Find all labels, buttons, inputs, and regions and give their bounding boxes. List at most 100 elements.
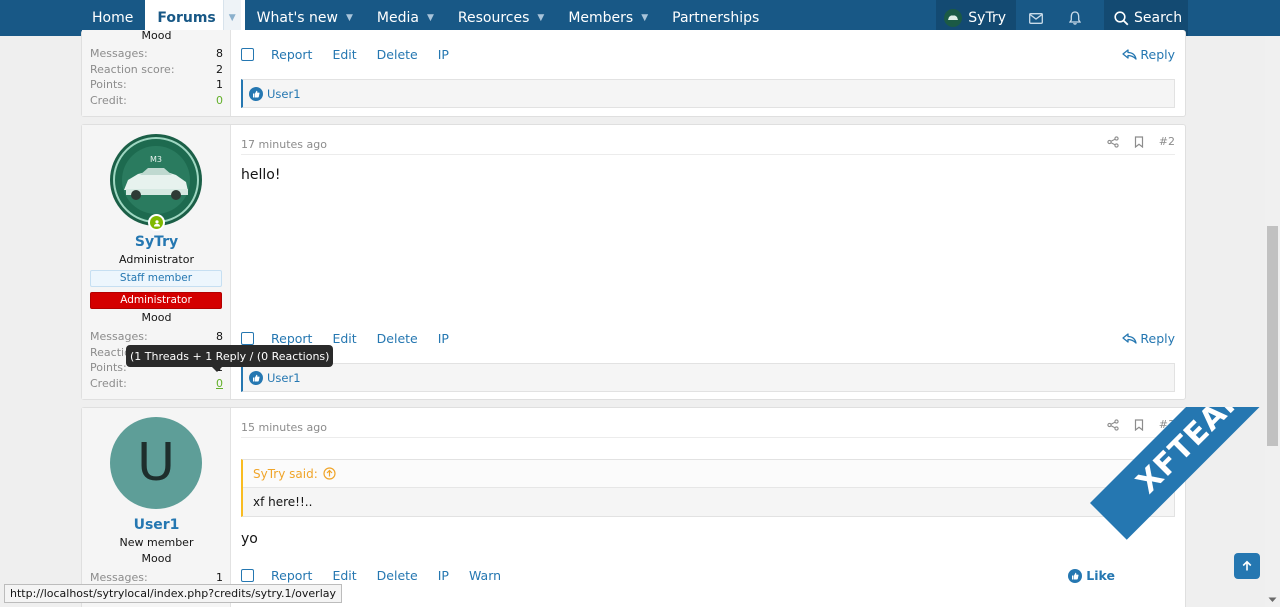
stat-label: Messages: — [90, 47, 148, 60]
status-url: http://localhost/sytrylocal/index.php?cr… — [10, 587, 337, 600]
bookmark-icon[interactable] — [1134, 418, 1144, 431]
delete-link[interactable]: Delete — [377, 47, 418, 62]
share-icon[interactable] — [1107, 418, 1119, 431]
quote-block: SyTry said: xf here!!.. — [241, 459, 1175, 517]
post-tools: #3 — [1107, 418, 1175, 431]
avatar[interactable]: M3 — [110, 134, 202, 226]
post-1-user-column: Mood Messages: 8 Reaction score: 2 Points:… — [82, 29, 231, 116]
user-mood[interactable]: Mood — [82, 311, 231, 324]
nav-home-label: Home — [92, 10, 134, 26]
stat-messages: Messages: 8 — [90, 46, 223, 62]
avatar[interactable]: U — [110, 417, 202, 509]
delete-link[interactable]: Delete — [377, 568, 418, 583]
username-link[interactable]: User1 — [82, 517, 231, 533]
nav-resources-label: Resources — [457, 10, 530, 26]
nav-partnerships-label: Partnerships — [672, 10, 760, 26]
chevron-down-icon[interactable]: ▼ — [427, 13, 434, 23]
user-mood[interactable]: Mood — [82, 29, 231, 42]
likes-bar: User1 — [241, 79, 1175, 108]
search-icon — [1114, 10, 1129, 25]
stat-label: Credit: — [90, 376, 127, 390]
nav-members-label: Members — [568, 10, 634, 26]
tooltip-text: (1 Threads + 1 Reply / (0 Reactions) — [130, 349, 330, 363]
post-body: yo — [241, 531, 258, 547]
credit-link[interactable]: 0 — [216, 93, 223, 109]
user-title: New member — [119, 536, 194, 549]
credit-link[interactable]: 0 — [216, 376, 223, 392]
stat-credit: Credit: 0 — [90, 376, 223, 392]
quote-text: xf here!!.. — [253, 495, 313, 509]
reply-icon — [1122, 333, 1138, 344]
share-icon[interactable] — [1107, 135, 1119, 148]
post-3: U User1 New member Mood Messages: 1 15 mi… — [81, 407, 1186, 607]
post-actions: Report Edit Delete IP Reply — [241, 47, 1175, 62]
post-1: Mood Messages: 8 Reaction score: 2 Points:… — [81, 29, 1186, 117]
user-stats: Messages: 8 Reaction score: 2 Points: 1 Cre… — [90, 46, 223, 108]
username-link[interactable]: SyTry — [82, 234, 231, 250]
reply-icon — [1122, 49, 1138, 60]
scroll-to-top-button[interactable] — [1234, 553, 1260, 579]
credit-tooltip: (1 Threads + 1 Reply / (0 Reactions) — [126, 345, 334, 372]
account-username: SyTry — [968, 10, 1006, 26]
stat-label: Credit: — [90, 93, 127, 107]
select-post-checkbox[interactable] — [241, 332, 254, 345]
nav-forums-label: Forums — [157, 10, 216, 26]
post-header: 15 minutes ago #3 — [241, 418, 1175, 438]
avatar — [944, 9, 963, 27]
chevron-down-icon[interactable]: ▼ — [346, 13, 353, 23]
online-status-icon — [148, 214, 165, 231]
stat-label: Points: — [90, 361, 127, 374]
select-post-checkbox[interactable] — [241, 569, 254, 582]
report-link[interactable]: Report — [271, 47, 312, 62]
chevron-down-icon[interactable]: ▼ — [641, 13, 648, 23]
arrow-up-circle-icon[interactable] — [323, 467, 336, 480]
post-3-content: 15 minutes ago #3 SyTry said: xf here!!.… — [241, 408, 1175, 607]
user-title: Administrator — [119, 253, 194, 266]
post-actions: Report Edit Delete IP Warn Like — [241, 568, 1175, 583]
page-scrollbar[interactable] — [1265, 36, 1280, 607]
reply-button[interactable]: Reply — [1122, 47, 1175, 62]
like-button[interactable]: Like — [1068, 568, 1115, 583]
bookmark-icon[interactable] — [1134, 135, 1144, 148]
select-post-checkbox[interactable] — [241, 48, 254, 61]
edit-link[interactable]: Edit — [332, 331, 356, 346]
ip-link[interactable]: IP — [438, 47, 449, 62]
scroll-down-arrow-icon[interactable] — [1268, 597, 1277, 603]
liked-by-user[interactable]: User1 — [267, 87, 301, 101]
thumbs-up-icon — [1068, 568, 1083, 583]
report-link[interactable]: Report — [271, 331, 312, 346]
stat-value: 8 — [216, 330, 223, 343]
reply-label: Reply — [1140, 47, 1175, 62]
post-number-link[interactable]: #2 — [1159, 135, 1175, 148]
quote-author[interactable]: SyTry said: — [253, 467, 318, 481]
post-tools: #2 — [1107, 135, 1175, 148]
stat-credit: Credit: 0 — [90, 93, 223, 109]
search-label: Search — [1134, 10, 1183, 26]
ip-link[interactable]: IP — [438, 568, 449, 583]
scrollbar-thumb[interactable] — [1267, 226, 1278, 446]
post-timestamp[interactable]: 15 minutes ago — [241, 421, 327, 434]
post-2-content: 17 minutes ago #2 hello! Report Edit Del… — [241, 125, 1175, 399]
delete-link[interactable]: Delete — [377, 331, 418, 346]
like-label: Like — [1086, 568, 1115, 583]
edit-link[interactable]: Edit — [332, 568, 356, 583]
reply-button[interactable]: Reply — [1122, 331, 1175, 346]
stat-reaction-score: Reaction score: 2 — [90, 62, 223, 78]
ip-link[interactable]: IP — [438, 331, 449, 346]
user-mood[interactable]: Mood — [82, 552, 231, 565]
post-timestamp[interactable]: 17 minutes ago — [241, 138, 327, 151]
stat-label: Points: — [90, 78, 127, 91]
warn-link[interactable]: Warn — [469, 568, 501, 583]
edit-link[interactable]: Edit — [332, 47, 356, 62]
quote-header[interactable]: SyTry said: — [243, 460, 1174, 488]
post-actions: Report Edit Delete IP Reply — [241, 331, 1175, 346]
post-body: hello! — [241, 167, 281, 183]
post-number-link[interactable]: #3 — [1159, 418, 1175, 431]
stat-messages: Messages: 8 — [90, 329, 223, 345]
post-header: 17 minutes ago #2 — [241, 135, 1175, 155]
liked-by-user[interactable]: User1 — [267, 371, 301, 385]
chevron-down-icon[interactable]: ▼ — [537, 13, 544, 23]
report-link[interactable]: Report — [271, 568, 312, 583]
stat-value: 8 — [216, 47, 223, 60]
browser-status-bar: http://localhost/sytrylocal/index.php?cr… — [4, 584, 343, 603]
